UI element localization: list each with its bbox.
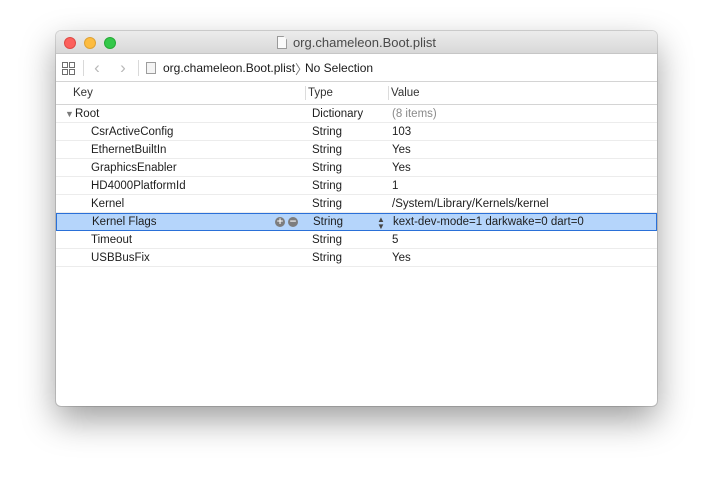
jump-bar: ‹ › org.chameleon.Boot.plist 〉 No Select… (56, 54, 657, 82)
window-title: org.chameleon.Boot.plist (292, 35, 437, 50)
row-value: (8 items) (392, 108, 437, 120)
plist-editor-window: org.chameleon.Boot.plist ‹ › org.chamele… (56, 31, 657, 406)
window-title-area: org.chameleon.Boot.plist (56, 31, 657, 54)
toolbar-separator (83, 60, 84, 76)
row-type: String (312, 198, 343, 210)
table-row[interactable]: CsrActiveConfig String 103 (56, 123, 657, 141)
row-value: Yes (392, 162, 411, 174)
title-bar[interactable]: org.chameleon.Boot.plist (56, 31, 657, 54)
plist-file-icon (146, 54, 157, 82)
breadcrumb-selection[interactable]: No Selection (305, 54, 373, 82)
chevron-left-icon: ‹ (94, 58, 100, 77)
table-row[interactable]: EthernetBuiltIn String Yes (56, 141, 657, 159)
row-type: String (312, 252, 343, 264)
row-key: Root (75, 108, 100, 120)
row-key: Timeout (91, 234, 133, 246)
row-type: String (312, 144, 343, 156)
table-header: Key Type Value (56, 82, 657, 105)
column-header-value[interactable]: Value (391, 82, 420, 104)
back-button[interactable]: ‹ (90, 54, 104, 82)
column-header-key[interactable]: Key (73, 82, 93, 104)
row-type: String (312, 162, 343, 174)
column-divider[interactable] (305, 86, 306, 100)
table-row-root[interactable]: ▼ Root Dictionary (8 items) (56, 105, 657, 123)
table-row[interactable]: Timeout String 5 (56, 231, 657, 249)
row-type: String (312, 180, 343, 192)
row-key: CsrActiveConfig (91, 126, 174, 138)
table-row[interactable]: HD4000PlatformId String 1 (56, 177, 657, 195)
table-row[interactable]: Kernel String /System/Library/Kernels/ke… (56, 195, 657, 213)
row-value: 1 (392, 180, 399, 192)
table-row[interactable]: USBBusFix String Yes (56, 249, 657, 267)
column-header-type[interactable]: Type (308, 82, 333, 104)
row-key: GraphicsEnabler (91, 162, 177, 174)
column-divider[interactable] (388, 86, 389, 100)
document-icon[interactable] (276, 36, 287, 49)
row-value: 103 (392, 126, 412, 138)
row-value: 5 (392, 234, 399, 246)
row-key: Kernel (91, 198, 125, 210)
row-type: String (312, 234, 343, 246)
row-value: Yes (392, 252, 411, 264)
related-items-grid-icon[interactable] (62, 54, 76, 82)
row-value: /System/Library/Kernels/kernel (392, 198, 549, 210)
type-stepper-icon[interactable]: ▲ ▼ (377, 213, 385, 231)
chevron-right-icon: › (120, 58, 126, 77)
row-type: Dictionary (312, 108, 364, 120)
plist-outline: ▼ Root Dictionary (8 items) CsrActiveCon… (56, 105, 657, 267)
add-item-button[interactable]: + (275, 217, 285, 227)
breadcrumb-file[interactable]: org.chameleon.Boot.plist (163, 54, 295, 82)
row-key: EthernetBuiltIn (91, 144, 167, 156)
row-key[interactable]: Kernel Flags (92, 213, 157, 231)
row-key: HD4000PlatformId (91, 180, 186, 192)
table-row[interactable]: GraphicsEnabler String Yes (56, 159, 657, 177)
forward-button[interactable]: › (116, 54, 130, 82)
remove-item-button[interactable]: − (288, 217, 298, 227)
table-row-selected[interactable]: Kernel Flags + − String ▲ ▼ kext-dev-mode… (56, 213, 657, 231)
disclosure-triangle-icon[interactable]: ▼ (65, 105, 74, 123)
row-value-field[interactable]: kext-dev-mode=1 darkwake=0 dart=0 (393, 213, 584, 231)
toolbar-separator (138, 60, 139, 76)
row-type: String (312, 126, 343, 138)
row-value: Yes (392, 144, 411, 156)
row-type-popup[interactable]: String (313, 213, 343, 231)
row-key: USBBusFix (91, 252, 150, 264)
